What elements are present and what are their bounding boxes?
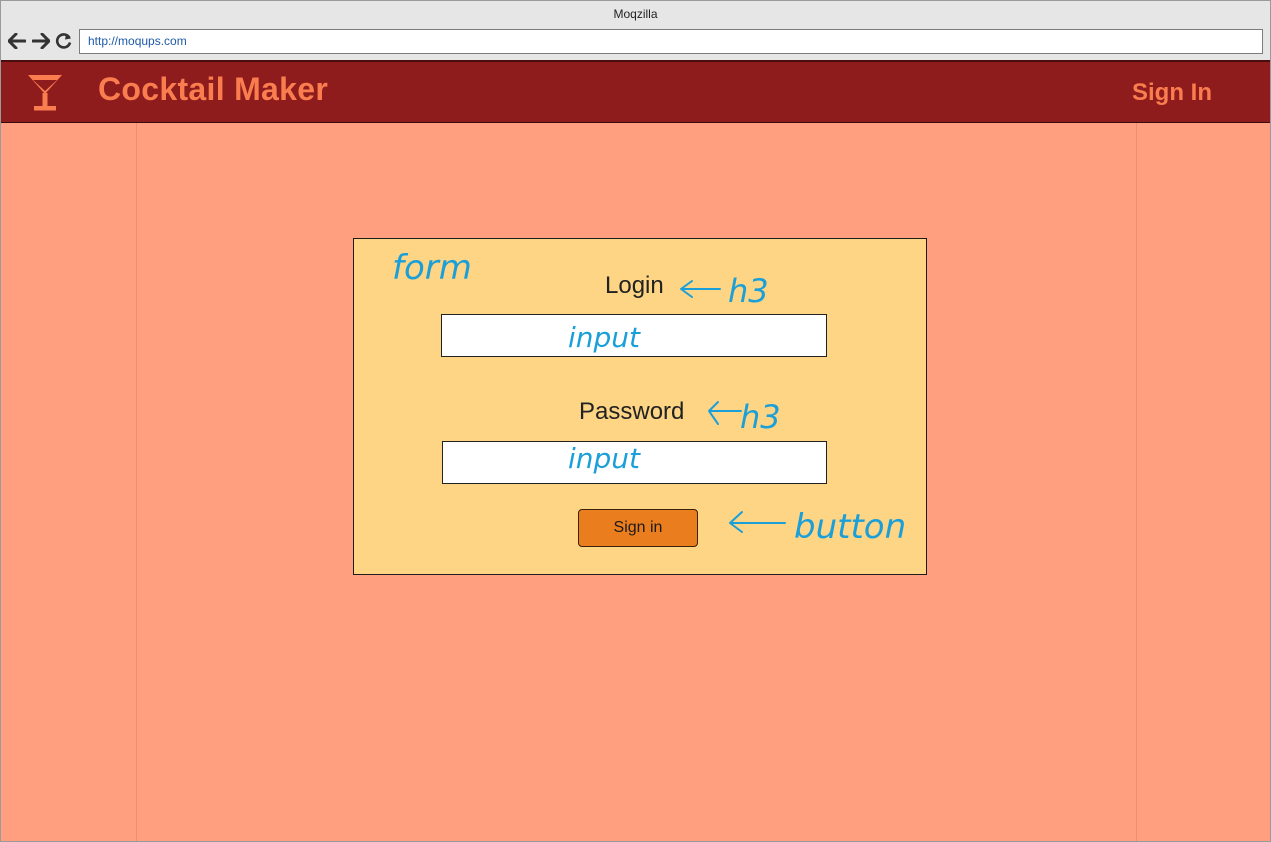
login-form: Login Password Sign in <box>353 238 927 575</box>
sign-in-link[interactable]: Sign In <box>1132 79 1212 107</box>
address-bar[interactable]: http://moqups.com <box>79 29 1263 54</box>
arrow-right-icon <box>32 33 50 49</box>
back-button[interactable] <box>7 31 27 51</box>
browser-window: Moqzilla http://moqups.com Cocktail Make… <box>0 0 1271 842</box>
sign-in-button[interactable]: Sign in <box>578 509 698 547</box>
layout-guide-left <box>136 123 137 841</box>
reload-icon <box>55 33 72 49</box>
arrow-left-icon <box>8 33 26 49</box>
window-title: Moqzilla <box>613 7 658 21</box>
layout-guide-right <box>1136 123 1137 841</box>
login-input[interactable] <box>441 314 827 357</box>
site-header: Cocktail Maker Sign In <box>1 60 1270 123</box>
cocktail-glass-icon <box>28 75 62 111</box>
site-title: Cocktail Maker <box>98 71 329 107</box>
browser-chrome: Moqzilla http://moqups.com <box>1 1 1270 60</box>
password-input[interactable] <box>442 441 827 484</box>
password-heading: Password <box>579 398 685 425</box>
reload-button[interactable] <box>54 31 74 51</box>
login-heading: Login <box>605 272 664 299</box>
forward-button[interactable] <box>31 31 51 51</box>
